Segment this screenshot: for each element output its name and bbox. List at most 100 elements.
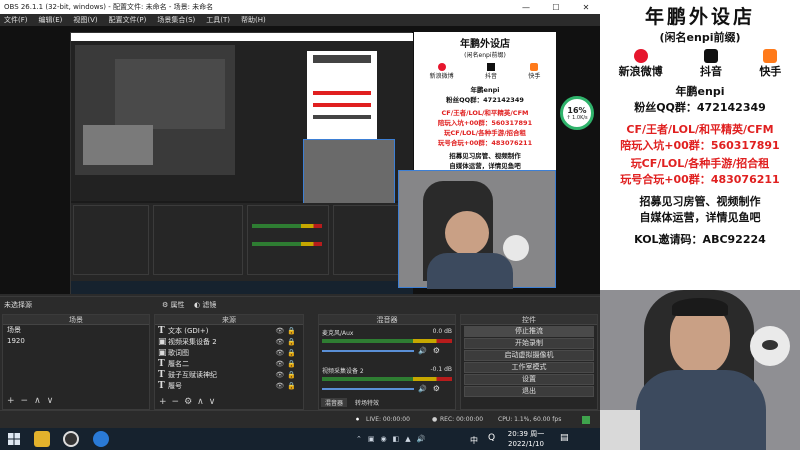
visibility-lock-icons[interactable]: 👁🔒 [275,349,299,357]
clock[interactable]: 20:39 周一 2022/1/10 [500,429,552,449]
windows-start-icon[interactable] [8,433,20,445]
remove-icon[interactable]: − [172,397,185,407]
preview-line5: 招募见习房管、视频制作 [449,152,521,160]
background-item [600,410,640,450]
speaker-icon[interactable]: 🔊 [418,385,427,393]
source-item[interactable]: T 文本 (GDI+) 👁🔒 [155,325,303,336]
clock-date: 2022/1/10 [508,440,544,448]
minimize-icon[interactable]: — [512,0,540,14]
promo-subtitle: (闲名enpi前缀) [659,31,741,44]
settings-button[interactable]: 设置 [464,374,594,385]
studio-mode-button[interactable]: 工作室模式 [464,362,594,373]
notification-icon[interactable]: ▤ [560,433,569,443]
gear-icon: ⚙ [162,301,169,309]
visibility-lock-icons[interactable]: 👁🔒 [275,327,299,335]
volume-row: 🔊 ⚙ [322,384,452,393]
tab-transitions[interactable]: 转场特效 [351,398,383,407]
menu-help[interactable]: 帮助(H) [241,15,266,25]
status-bar: ⏺ LIVE: 00:00:00 ● REC: 00:00:00 CPU: 1.… [0,410,600,428]
qq-tray-icon[interactable]: Q [488,433,495,443]
source-item[interactable]: T 履名二 👁🔒 [155,358,303,369]
preview-webcam[interactable] [398,170,556,289]
gear-icon[interactable]: ⚙ [433,384,440,393]
live-indicator-icon: ⏺ [356,416,360,423]
visibility-lock-icons[interactable]: 👁🔒 [275,371,299,379]
gear-icon[interactable]: ⚙ [433,346,440,355]
gear-icon[interactable]: ⚙ [184,397,197,407]
no-source-selected: 未选择源 [4,301,32,309]
menu-tools[interactable]: 工具(T) [206,15,230,25]
channel-db: -0.1 dB [430,366,452,373]
move-down-icon[interactable]: ∨ [47,396,60,406]
close-icon[interactable]: ✕ [572,0,600,14]
menu-profile[interactable]: 配置文件(P) [109,15,147,25]
exit-button[interactable]: 退出 [464,386,594,397]
tray-icons[interactable]: ⌃▣◉◧▲🔊 [356,435,431,443]
scene-item[interactable]: 场景 [3,325,149,336]
ime-indicator[interactable]: 中 [470,435,478,446]
menu-edit[interactable]: 编辑(E) [39,15,63,25]
text-source-icon: T [158,325,165,336]
promo-title: 年鹏外设店 [644,6,755,28]
nested-preview [71,41,413,209]
start-virtual-camera-button[interactable]: 启动虚拟摄像机 [464,350,594,361]
promo-kol: KOL邀请码：ABC92224 [634,233,766,246]
preview-line2: 陪玩入坑+00群：560317891 [437,119,533,127]
preview-line4: 玩号合玩+00群：483076211 [437,139,533,147]
nested-titlebar [71,33,413,41]
speaker-icon[interactable]: 🔊 [418,347,427,355]
menu-view[interactable]: 视图(V) [73,15,97,25]
volume-slider[interactable] [322,387,414,390]
visibility-lock-icons[interactable]: 👁🔒 [275,360,299,368]
promo-brand: 年鹏enpi [675,85,725,98]
properties-button[interactable]: ⚙ 属性 [162,300,185,310]
filter-icon: ◐ [194,301,201,309]
channel-db: 0.0 dB [432,328,452,335]
source-toolbar: 未选择源 ⚙ 属性 ◐ 滤镜 [0,296,600,310]
live-time: LIVE: 00:00:00 [366,416,410,423]
visibility-lock-icons[interactable]: 👁🔒 [275,382,299,390]
nested-webcam-thumb [83,125,153,165]
nested-promo-line [313,103,371,107]
visibility-lock-icons[interactable]: 👁🔒 [275,338,299,346]
promo-line5: 招募见习房管、视频制作 [639,195,761,208]
obs-app-icon[interactable] [63,431,79,447]
weibo-icon [633,49,648,63]
start-recording-button[interactable]: 开始录制 [464,338,594,349]
browser-app-icon[interactable] [93,431,109,447]
clock-time: 20:39 周一 [507,430,545,438]
source-item[interactable]: ▣ 歌词图 👁🔒 [155,347,303,358]
mixer-channel: 视频采集设备 2 -0.1 dB 🔊 ⚙ [322,366,452,393]
remove-icon[interactable]: − [21,396,35,406]
source-item[interactable]: T 履号 👁🔒 [155,380,303,391]
volume-slider[interactable] [322,349,414,352]
move-up-icon[interactable]: ∧ [34,396,47,406]
nested-meter [252,242,322,246]
stop-streaming-button[interactable]: 停止推流 [464,326,594,337]
source-item[interactable]: ▣ 视频采集设备 2 👁🔒 [155,336,303,347]
sources-dock: 来源 T 文本 (GDI+) 👁🔒 ▣ 视频采集设备 2 👁🔒 ▣ 歌词图 👁🔒 T 履名二 👁… [154,314,304,410]
source-item[interactable]: T 鼓子互赋读神纪 👁🔒 [155,369,303,380]
add-icon[interactable]: + [159,397,172,407]
menu-file[interactable]: 文件(F) [4,15,28,25]
add-icon[interactable]: + [7,396,21,406]
person-body [636,370,766,450]
tab-mixer[interactable]: 混音器 [321,398,348,407]
preview-line6: 自媒体运营，详情见鱼吧 [449,162,521,170]
maximize-icon[interactable]: ☐ [542,0,570,14]
move-up-icon[interactable]: ∧ [197,397,209,407]
move-down-icon[interactable]: ∨ [209,397,221,407]
mixer-channel: 麦克风/Aux 0.0 dB 🔊 ⚙ [322,328,452,355]
preview-canvas[interactable]: 年鹏外设店 (闲名enpi前缀) 新浪微博 抖音 快手 年鹏enpi 粉丝QQ群… [0,26,600,294]
stream-health-indicator [582,416,590,424]
douyin-icon [703,49,718,63]
scenes-toolbar: +−∧∨ [7,396,59,406]
nested-screen-capture [70,32,413,294]
nested-docks [71,203,413,281]
text-source-icon: T [158,369,165,380]
scenes-dock-title: 场景 [3,315,149,325]
filters-button[interactable]: ◐ 滤镜 [194,300,216,310]
scene-item[interactable]: 1920 [3,336,149,347]
menu-scene-collection[interactable]: 场景集合(S) [157,15,195,25]
owl-app-icon[interactable] [34,431,50,447]
